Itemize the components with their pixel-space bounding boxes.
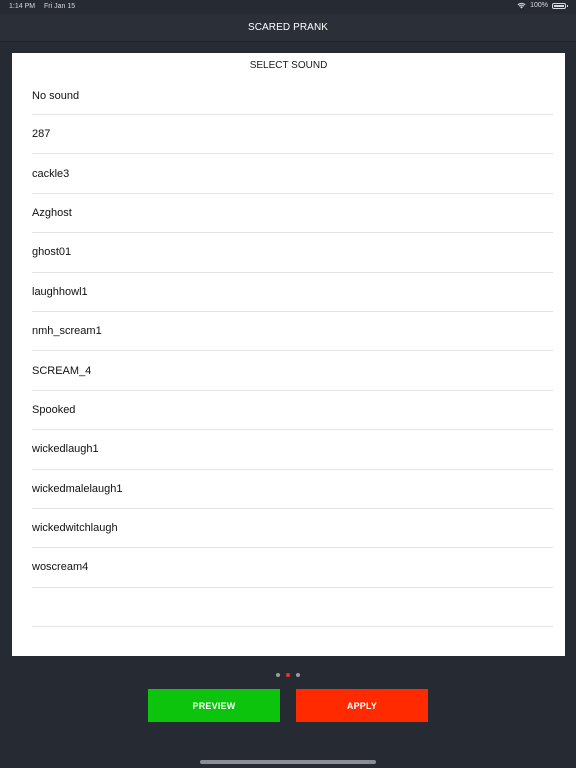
page-dot[interactable]	[296, 673, 300, 677]
sound-list-item[interactable]	[32, 588, 553, 628]
wifi-icon	[517, 2, 526, 9]
sound-list-item[interactable]: SCREAM_4	[32, 351, 553, 391]
app-header: SCARED PRANK	[0, 14, 576, 42]
home-indicator[interactable]	[200, 760, 376, 764]
sound-list-item[interactable]: Azghost	[32, 194, 553, 234]
apply-button[interactable]: APPLY	[296, 689, 428, 722]
panel-title: SELECT SOUND	[249, 60, 328, 71]
sound-list-item[interactable]: wickedlaugh1	[32, 430, 553, 470]
sound-list-item[interactable]: No sound	[32, 77, 553, 115]
page-indicator[interactable]	[0, 673, 576, 679]
sound-list-item[interactable]: ghost01	[32, 233, 553, 273]
preview-button[interactable]: PREVIEW	[148, 689, 280, 722]
status-right: 100%	[517, 2, 568, 9]
status-bar: 1:14 PM Fri Jan 15 100%	[0, 0, 576, 14]
page-dot[interactable]	[276, 673, 280, 677]
sound-list-item[interactable]: wickedwitchlaugh	[32, 509, 553, 549]
status-left: 1:14 PM Fri Jan 15	[9, 3, 82, 10]
battery-icon	[552, 2, 568, 9]
sound-list-item[interactable]: 287	[32, 115, 553, 155]
app-title: SCARED PRANK	[247, 22, 329, 33]
page-dot-active[interactable]	[286, 673, 290, 677]
sound-panel: SELECT SOUND No sound 287 cackle3 Azghost gh…	[12, 53, 565, 656]
sound-list-item[interactable]: wickedmalelaugh1	[32, 470, 553, 509]
sound-list-item[interactable]: cackle3	[32, 154, 553, 194]
sound-list-item[interactable]: Spooked	[32, 391, 553, 431]
battery-percent: 100%	[530, 2, 548, 9]
status-date: Fri Jan 15	[44, 3, 76, 10]
sound-list: No sound 287 cackle3 Azghost ghost01 laughhow…	[12, 77, 565, 628]
sound-list-item[interactable]: woscream4	[32, 548, 553, 588]
sound-list-item[interactable]: nmh_scream1	[32, 312, 553, 352]
sound-list-item[interactable]: laughhowl1	[32, 273, 553, 312]
status-time: 1:14 PM	[9, 3, 36, 10]
